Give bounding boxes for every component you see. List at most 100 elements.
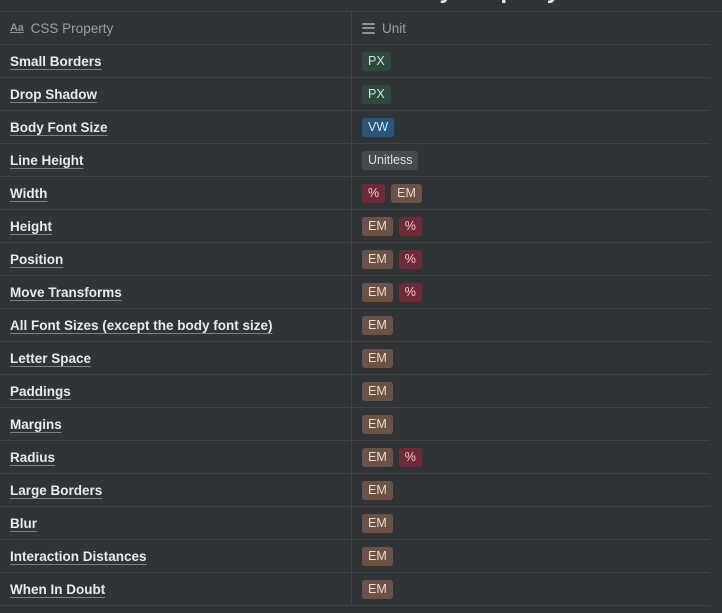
table-row[interactable]: Interaction Distances EM: [0, 540, 710, 573]
property-name-link[interactable]: Blur: [10, 516, 37, 531]
table-row[interactable]: Drop Shadow PX: [0, 78, 710, 111]
unit-cell[interactable]: EM: [352, 408, 710, 440]
property-name-link[interactable]: Radius: [10, 450, 55, 465]
unit-cell[interactable]: EM: [352, 375, 710, 407]
table-header-row: Aa CSS Property Unit: [0, 12, 710, 45]
unit-cell[interactable]: EM: [352, 309, 710, 341]
unit-tag[interactable]: %: [398, 447, 422, 467]
property-name-link[interactable]: Large Borders: [10, 483, 102, 498]
property-cell[interactable]: Body Font Size: [0, 111, 352, 143]
unit-cell[interactable]: EM%: [352, 210, 710, 242]
unit-tag[interactable]: EM: [362, 216, 393, 236]
unit-tag[interactable]: EM: [362, 249, 393, 269]
unit-cell[interactable]: EM: [352, 540, 710, 572]
table-row[interactable]: Blur EM: [0, 507, 710, 540]
unit-tag[interactable]: EM: [362, 282, 393, 302]
property-cell[interactable]: Drop Shadow: [0, 78, 352, 110]
unit-tag[interactable]: EM: [362, 414, 393, 434]
property-cell[interactable]: Move Transforms: [0, 276, 352, 308]
table-row[interactable]: Position EM%: [0, 243, 710, 276]
unit-tag[interactable]: EM: [362, 579, 393, 599]
property-cell[interactable]: Height: [0, 210, 352, 242]
table-row[interactable]: Radius EM%: [0, 441, 710, 474]
property-cell[interactable]: Width: [0, 177, 352, 209]
unit-tag[interactable]: EM: [362, 480, 393, 500]
unit-cell[interactable]: Unitless: [352, 144, 710, 176]
unit-tag[interactable]: PX: [362, 84, 391, 104]
unit-tag[interactable]: EM: [362, 513, 393, 533]
property-cell[interactable]: When In Doubt: [0, 573, 352, 605]
property-name-link[interactable]: Small Borders: [10, 54, 102, 69]
property-cell[interactable]: Position: [0, 243, 352, 275]
unit-cell[interactable]: EM: [352, 474, 710, 506]
property-cell[interactable]: Interaction Distances: [0, 540, 352, 572]
unit-cell[interactable]: EM: [352, 507, 710, 539]
property-name-link[interactable]: Paddings: [10, 384, 71, 399]
scrolled-title-sliver: CSS Units Cheatsheet by Property: [0, 0, 722, 11]
unit-cell[interactable]: % EM: [352, 177, 710, 209]
table-row[interactable]: Margins EM: [0, 408, 710, 441]
page-title: CSS Units Cheatsheet by Property: [0, 0, 722, 5]
property-name-link[interactable]: Margins: [10, 417, 62, 432]
unit-cell[interactable]: EM%: [352, 243, 710, 275]
unit-cell[interactable]: EM: [352, 342, 710, 374]
property-cell[interactable]: Small Borders: [0, 45, 352, 77]
property-name-link[interactable]: When In Doubt: [10, 582, 105, 597]
multi-select-list-icon: [362, 22, 375, 34]
unit-tag[interactable]: EM: [391, 183, 422, 203]
table-row[interactable]: Paddings EM: [0, 375, 710, 408]
property-name-link[interactable]: Position: [10, 252, 63, 267]
table-row[interactable]: Height EM%: [0, 210, 710, 243]
table-row[interactable]: Line Height Unitless: [0, 144, 710, 177]
column-header-unit[interactable]: Unit: [352, 12, 710, 44]
property-cell[interactable]: Paddings: [0, 375, 352, 407]
property-cell[interactable]: Large Borders: [0, 474, 352, 506]
property-cell[interactable]: Letter Space: [0, 342, 352, 374]
table-row[interactable]: Body Font Size VW: [0, 111, 710, 144]
table-body: Small Borders PX Drop Shadow PX Body Font Si…: [0, 45, 722, 606]
column-header-css-property[interactable]: Aa CSS Property: [0, 12, 352, 44]
property-name-link[interactable]: Body Font Size: [10, 120, 108, 135]
property-name-link[interactable]: Drop Shadow: [10, 87, 97, 102]
text-aa-icon: Aa: [10, 21, 24, 34]
property-cell[interactable]: Margins: [0, 408, 352, 440]
unit-tag[interactable]: EM: [362, 348, 393, 368]
unit-tag[interactable]: EM: [362, 447, 393, 467]
table-row[interactable]: Small Borders PX: [0, 45, 710, 78]
property-cell[interactable]: Line Height: [0, 144, 352, 176]
property-name-link[interactable]: Height: [10, 219, 52, 234]
unit-tag[interactable]: %: [362, 183, 386, 203]
table-row[interactable]: Width% EM: [0, 177, 710, 210]
unit-cell[interactable]: PX: [352, 45, 710, 77]
property-cell[interactable]: Blur: [0, 507, 352, 539]
table-row[interactable]: Move Transforms EM%: [0, 276, 710, 309]
unit-tag[interactable]: EM: [362, 546, 393, 566]
property-name-link[interactable]: Move Transforms: [10, 285, 122, 300]
column-header-label: CSS Property: [30, 20, 114, 36]
table-row[interactable]: When In Doubt EM: [0, 573, 710, 606]
table-row[interactable]: All Font Sizes (except the body font siz…: [0, 309, 710, 342]
unit-tag[interactable]: VW: [362, 117, 395, 137]
unit-cell[interactable]: EM%: [352, 276, 710, 308]
property-name-link[interactable]: Width: [10, 186, 47, 201]
unit-cell[interactable]: PX: [352, 78, 710, 110]
unit-cell[interactable]: EM%: [352, 441, 710, 473]
property-name-link[interactable]: Interaction Distances: [10, 549, 147, 564]
unit-tag[interactable]: %: [398, 282, 422, 302]
property-cell[interactable]: All Font Sizes (except the body font siz…: [0, 309, 352, 341]
table-row[interactable]: Large Borders EM: [0, 474, 710, 507]
column-header-label: Unit: [382, 20, 407, 36]
unit-tag[interactable]: PX: [362, 51, 391, 71]
unit-cell[interactable]: VW: [352, 111, 710, 143]
property-cell[interactable]: Radius: [0, 441, 352, 473]
property-name-link[interactable]: All Font Sizes (except the body font siz…: [10, 318, 273, 333]
table-row[interactable]: Letter Space EM: [0, 342, 710, 375]
unit-tag[interactable]: EM: [362, 315, 393, 335]
property-name-link[interactable]: Line Height: [10, 153, 84, 168]
unit-tag[interactable]: %: [398, 216, 422, 236]
unit-tag[interactable]: EM: [362, 381, 393, 401]
unit-cell[interactable]: EM: [352, 573, 710, 605]
unit-tag[interactable]: %: [398, 249, 422, 269]
unit-tag[interactable]: Unitless: [362, 150, 419, 170]
property-name-link[interactable]: Letter Space: [10, 351, 91, 366]
